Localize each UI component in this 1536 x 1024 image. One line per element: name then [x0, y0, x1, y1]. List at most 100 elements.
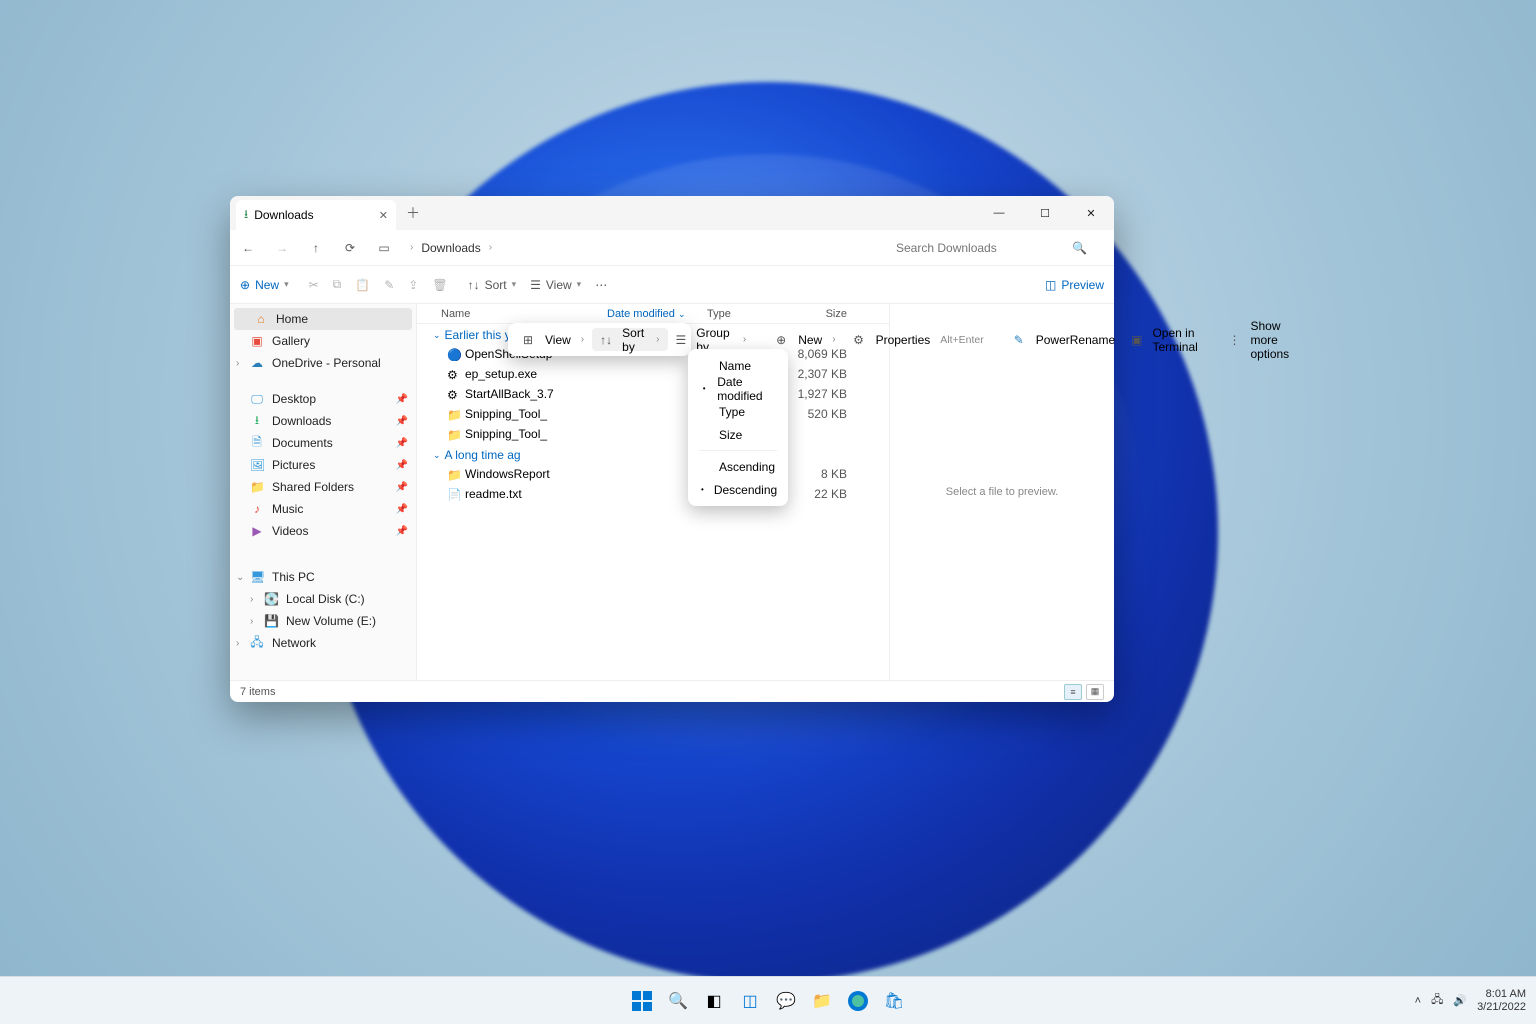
sort-asc[interactable]: Ascending — [693, 455, 783, 478]
close-button[interactable]: ✕ — [1068, 196, 1114, 230]
col-date[interactable]: Date modified ⌄ — [607, 308, 707, 320]
col-type[interactable]: Type — [707, 308, 787, 320]
sort-icon: ↑↓ — [600, 333, 612, 347]
delete-button[interactable]: 🗑 — [432, 278, 447, 292]
chevron-right-icon[interactable]: › — [236, 358, 239, 369]
search-box[interactable]: 🔍 — [894, 240, 1104, 256]
ctx-powerrename[interactable]: ✎PowerRename — [1004, 328, 1123, 351]
rename-button[interactable]: ✎ — [384, 278, 394, 292]
volume-icon[interactable]: 🔊 — [1453, 994, 1467, 1007]
forward-button[interactable]: → — [274, 241, 290, 255]
view-button[interactable]: ☰ View ▾ — [530, 278, 581, 292]
pin-icon: 📌 — [396, 482, 408, 493]
ctx-groupby[interactable]: ☰Group by› — [668, 328, 755, 351]
clock[interactable]: 8:01 AM 3/21/2022 — [1477, 988, 1526, 1013]
folder-icon: 📁 — [250, 480, 264, 494]
search-button[interactable]: 🔍 — [664, 987, 692, 1015]
sort-button[interactable]: ↑↓ Sort ▾ — [468, 278, 517, 292]
sidebar-item-desktop[interactable]: 🖵Desktop📌 — [230, 388, 416, 410]
chevron-up-icon[interactable]: ˄ — [1415, 995, 1421, 1007]
network-icon[interactable]: 🖧 — [1431, 991, 1443, 1010]
sidebar-item-documents[interactable]: 🗎Documents📌 — [230, 432, 416, 454]
downloads-icon: ⭳ — [244, 205, 248, 226]
start-button[interactable] — [628, 987, 656, 1015]
widgets-button[interactable]: ◫ — [736, 987, 764, 1015]
ctx-terminal[interactable]: ▣Open in Terminal — [1123, 328, 1208, 351]
disk-icon: 💽 — [264, 592, 278, 606]
thumbnails-view-button[interactable]: ▦ — [1086, 684, 1104, 700]
edge-button[interactable] — [844, 987, 872, 1015]
file-group-header[interactable]: ⌄A long time ag — [417, 444, 889, 464]
sidebar: ⌂Home ▣Gallery ›☁OneDrive - Personal 🖵De… — [230, 304, 417, 680]
breadcrumb[interactable]: › Downloads › — [410, 241, 492, 255]
maximize-button[interactable]: ☐ — [1022, 196, 1068, 230]
sidebar-item-gallery[interactable]: ▣Gallery — [230, 330, 416, 352]
sidebar-item-newvol[interactable]: ›💾New Volume (E:) — [230, 610, 416, 632]
chevron-right-icon[interactable]: › — [250, 616, 253, 627]
tray-date: 3/21/2022 — [1477, 1001, 1526, 1014]
copy-button[interactable]: ⧉ — [333, 277, 342, 292]
close-tab-icon[interactable]: ✕ — [379, 209, 388, 222]
chevron-right-icon: › — [581, 334, 584, 345]
details-view-button[interactable]: ≡ — [1064, 684, 1082, 700]
share-button[interactable]: ⇪ — [408, 278, 418, 292]
file-explorer-button[interactable]: 📁 — [808, 987, 836, 1015]
sidebar-item-downloads[interactable]: ⭳Downloads📌 — [230, 410, 416, 432]
ctx-properties[interactable]: ⚙PropertiesAlt+Enter — [844, 328, 992, 351]
file-row[interactable]: ⚙StartAllBack_3.71,927 KB — [417, 384, 889, 404]
ctx-sortby[interactable]: ↑↓Sort by› — [592, 328, 667, 351]
sort-type[interactable]: Type — [693, 400, 783, 423]
sidebar-item-network[interactable]: ›🖧Network — [230, 632, 416, 654]
sidebar-item-shared[interactable]: 📁Shared Folders📌 — [230, 476, 416, 498]
chevron-down-icon[interactable]: ⌄ — [236, 572, 244, 583]
file-icon: 📁 — [447, 408, 459, 420]
sidebar-item-home[interactable]: ⌂Home — [234, 308, 412, 330]
ctx-new[interactable]: ⊕New› — [766, 328, 843, 351]
sidebar-item-videos[interactable]: ▶Videos📌 — [230, 520, 416, 542]
monitor-icon[interactable]: ▭ — [376, 241, 392, 255]
up-button[interactable]: ↑ — [308, 241, 324, 255]
status-bar: 7 items ≡ ▦ — [230, 680, 1114, 702]
file-row[interactable]: 📁WindowsReport8 KB — [417, 464, 889, 484]
pin-icon: 📌 — [396, 394, 408, 405]
cut-button[interactable]: ✂ — [309, 278, 319, 292]
file-row[interactable]: 📄readme.txt22 KB — [417, 484, 889, 504]
file-row[interactable]: 📁Snipping_Tool_520 KB — [417, 404, 889, 424]
system-tray[interactable]: ˄ 🖧 🔊 8:01 AM 3/21/2022 — [1415, 988, 1526, 1013]
chevron-right-icon[interactable]: › — [250, 594, 253, 605]
search-input[interactable] — [894, 240, 1064, 256]
file-row[interactable]: 📁Snipping_Tool_ — [417, 424, 889, 444]
ctx-view[interactable]: ⊞View› — [513, 328, 592, 351]
sort-desc[interactable]: •Descending — [693, 478, 783, 501]
chevron-down-icon: ⌄ — [433, 450, 441, 461]
sort-size[interactable]: Size — [693, 423, 783, 446]
ctx-more[interactable]: ⋮Show more options — [1220, 328, 1299, 351]
sidebar-item-thispc[interactable]: ⌄🖥This PC — [230, 566, 416, 588]
refresh-button[interactable]: ⟳ — [342, 241, 358, 255]
more-button[interactable]: ⋯ — [595, 278, 607, 292]
sidebar-item-onedrive[interactable]: ›☁OneDrive - Personal — [230, 352, 416, 374]
file-row[interactable]: ⚙ep_setup.exe2,307 KB — [417, 364, 889, 384]
task-view-button[interactable]: ◧ — [700, 987, 728, 1015]
new-tab-button[interactable]: ＋ — [406, 203, 420, 223]
col-size[interactable]: Size — [787, 308, 857, 320]
chevron-down-icon: ▾ — [577, 279, 582, 290]
col-name[interactable]: Name — [417, 308, 607, 320]
file-name: Snipping_Tool_ — [465, 427, 547, 441]
sort-date[interactable]: •Date modified — [693, 377, 783, 400]
store-button[interactable]: 🛍 — [880, 987, 908, 1015]
preview-icon: ◫ — [1045, 278, 1056, 292]
sidebar-item-pictures[interactable]: 🖼Pictures📌 — [230, 454, 416, 476]
sidebar-item-localc[interactable]: ›💽Local Disk (C:) — [230, 588, 416, 610]
paste-button[interactable]: 📋 — [355, 278, 370, 292]
back-button[interactable]: ← — [240, 241, 256, 255]
chat-button[interactable]: 💬 — [772, 987, 800, 1015]
preview-toggle[interactable]: ◫ Preview — [1045, 278, 1104, 292]
minimize-button[interactable]: — — [976, 196, 1022, 230]
sidebar-item-music[interactable]: ♪Music📌 — [230, 498, 416, 520]
chevron-right-icon[interactable]: › — [236, 638, 239, 649]
tab-downloads[interactable]: ⭳ Downloads ✕ — [236, 200, 396, 230]
sort-submenu: Name •Date modified Type Size Ascending … — [688, 349, 788, 506]
new-button[interactable]: ⊕ New ▾ — [240, 278, 289, 292]
properties-icon: ⚙ — [852, 333, 866, 347]
